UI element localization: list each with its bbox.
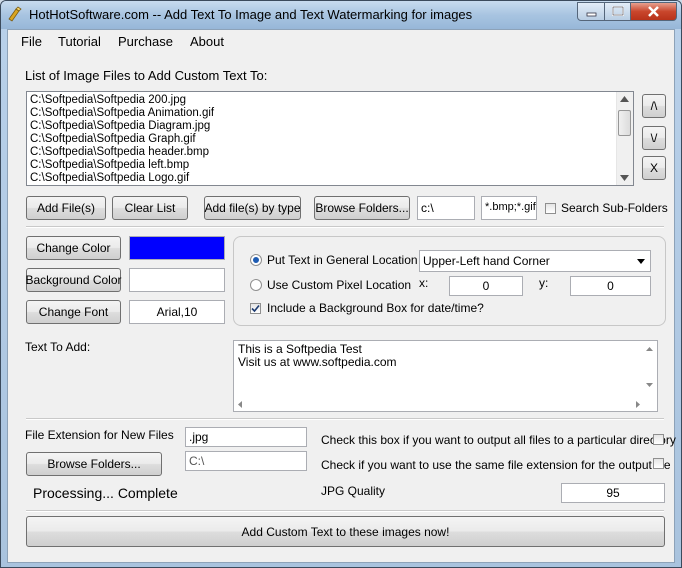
general-location-value: Upper-Left hand Corner — [423, 254, 550, 268]
title-bar[interactable]: HotHotSoftware.com -- Add Text To Image … — [1, 1, 681, 29]
same-ext-label: Check if you want to use the same file e… — [321, 458, 671, 472]
text-to-add-label: Text To Add: — [25, 340, 91, 354]
list-item[interactable]: C:\Softpedia\Softpedia Diagram.jpg — [27, 120, 633, 133]
search-subfolders-checkbox[interactable] — [545, 203, 556, 214]
x-input[interactable]: 0 — [449, 276, 523, 296]
search-subfolders-label: Search Sub-Folders — [561, 201, 668, 215]
background-color-button[interactable]: Background Color — [25, 268, 122, 292]
menu-tutorial[interactable]: Tutorial — [58, 34, 101, 49]
jpg-quality-input[interactable]: 95 — [561, 483, 665, 503]
browse-path-input[interactable]: c:\ — [417, 196, 475, 220]
close-button[interactable] — [630, 2, 677, 21]
run-button[interactable]: Add Custom Text to these images now! — [26, 516, 665, 547]
app-window: HotHotSoftware.com -- Add Text To Image … — [0, 0, 682, 568]
scroll-right-icon[interactable] — [636, 401, 640, 408]
move-up-button[interactable]: /\ — [642, 94, 666, 118]
output-dir-input[interactable]: C:\ — [185, 451, 307, 471]
status-text: Processing... Complete — [33, 485, 178, 501]
ext-label: File Extension for New Files — [25, 428, 174, 442]
clear-list-button[interactable]: Clear List — [112, 196, 188, 220]
scroll-down-icon[interactable] — [646, 383, 653, 387]
y-input[interactable]: 0 — [570, 276, 651, 296]
list-item[interactable]: C:\Softpedia\Softpedia header.bmp — [27, 146, 633, 159]
general-location-label: Put Text in General Location — [267, 253, 418, 267]
text-to-add-textarea[interactable]: This is a Softpedia Test Visit us at www… — [233, 340, 658, 412]
textarea-vscroll[interactable] — [643, 341, 657, 397]
app-icon — [8, 6, 22, 22]
maximize-button[interactable] — [604, 2, 631, 21]
check-icon — [251, 304, 260, 313]
scroll-thumb[interactable] — [618, 110, 631, 136]
output-dir-check-label: Check this box if you want to output all… — [321, 433, 676, 447]
file-list[interactable]: C:\Softpedia\Softpedia 200.jpg C:\Softpe… — [26, 91, 634, 186]
ext-input[interactable]: .jpg — [185, 427, 307, 447]
general-location-select[interactable]: Upper-Left hand Corner — [419, 250, 651, 272]
background-color-swatch — [129, 268, 225, 292]
browse-output-button[interactable]: Browse Folders... — [26, 452, 162, 476]
add-files-button[interactable]: Add File(s) — [26, 196, 106, 220]
divider — [26, 510, 664, 512]
move-down-button[interactable]: \/ — [642, 126, 666, 150]
scroll-left-icon[interactable] — [238, 401, 242, 408]
radio-dot — [253, 257, 259, 263]
list-item[interactable]: C:\Softpedia\Softpedia 200.jpg — [27, 94, 633, 107]
jpg-quality-label: JPG Quality — [321, 484, 386, 498]
general-location-radio[interactable] — [250, 254, 262, 266]
text-line: Visit us at www.softpedia.com — [238, 355, 397, 369]
y-label: y: — [539, 276, 549, 290]
minimize-button[interactable] — [577, 2, 605, 21]
minimize-icon — [586, 12, 597, 17]
menu-about[interactable]: About — [190, 34, 224, 49]
add-by-type-button[interactable]: Add file(s) by type — [204, 196, 301, 220]
menu-file[interactable]: File — [21, 34, 42, 49]
list-item[interactable]: C:\Softpedia\Softpedia left.bmp — [27, 159, 633, 172]
file-list-scrollbar[interactable] — [616, 92, 633, 185]
text-color-swatch — [129, 236, 225, 260]
location-group: Put Text in General Location Upper-Left … — [233, 236, 666, 326]
window-title: HotHotSoftware.com -- Add Text To Image … — [29, 7, 473, 22]
list-item[interactable]: C:\Softpedia\Softpedia Graph.gif — [27, 133, 633, 146]
scroll-up-icon[interactable] — [646, 347, 653, 351]
remove-button[interactable]: X — [642, 156, 666, 180]
change-color-button[interactable]: Change Color — [26, 236, 121, 260]
custom-location-label: Use Custom Pixel Location — [267, 278, 412, 292]
divider — [26, 418, 664, 420]
client-area: File Tutorial Purchase About List of Ima… — [7, 29, 676, 563]
textarea-hscroll[interactable] — [234, 397, 644, 411]
file-list-label: List of Image Files to Add Custom Text T… — [25, 68, 268, 83]
list-item[interactable]: C:\Softpedia\Softpedia Logo.gif — [27, 172, 633, 185]
background-box-checkbox[interactable] — [250, 303, 261, 314]
same-ext-checkbox[interactable] — [653, 458, 664, 469]
file-types-input[interactable]: *.bmp;*.gif; — [481, 196, 537, 220]
background-box-label: Include a Background Box for date/time? — [267, 301, 484, 315]
close-icon — [648, 6, 659, 17]
change-font-button[interactable]: Change Font — [26, 300, 121, 324]
browse-folders-button[interactable]: Browse Folders... — [314, 196, 410, 220]
scroll-up-icon[interactable] — [620, 96, 629, 102]
chevron-down-icon — [637, 259, 645, 264]
list-item[interactable]: C:\Softpedia\Softpedia Animation.gif — [27, 107, 633, 120]
font-value-field: Arial,10 — [129, 300, 225, 324]
menu-purchase[interactable]: Purchase — [118, 34, 173, 49]
divider — [26, 226, 664, 228]
scroll-down-icon[interactable] — [620, 175, 629, 181]
output-dir-checkbox[interactable] — [653, 434, 664, 445]
menu-bar: File Tutorial Purchase About — [8, 30, 674, 52]
x-label: x: — [419, 276, 429, 290]
maximize-icon — [612, 6, 624, 16]
custom-location-radio[interactable] — [250, 279, 262, 291]
